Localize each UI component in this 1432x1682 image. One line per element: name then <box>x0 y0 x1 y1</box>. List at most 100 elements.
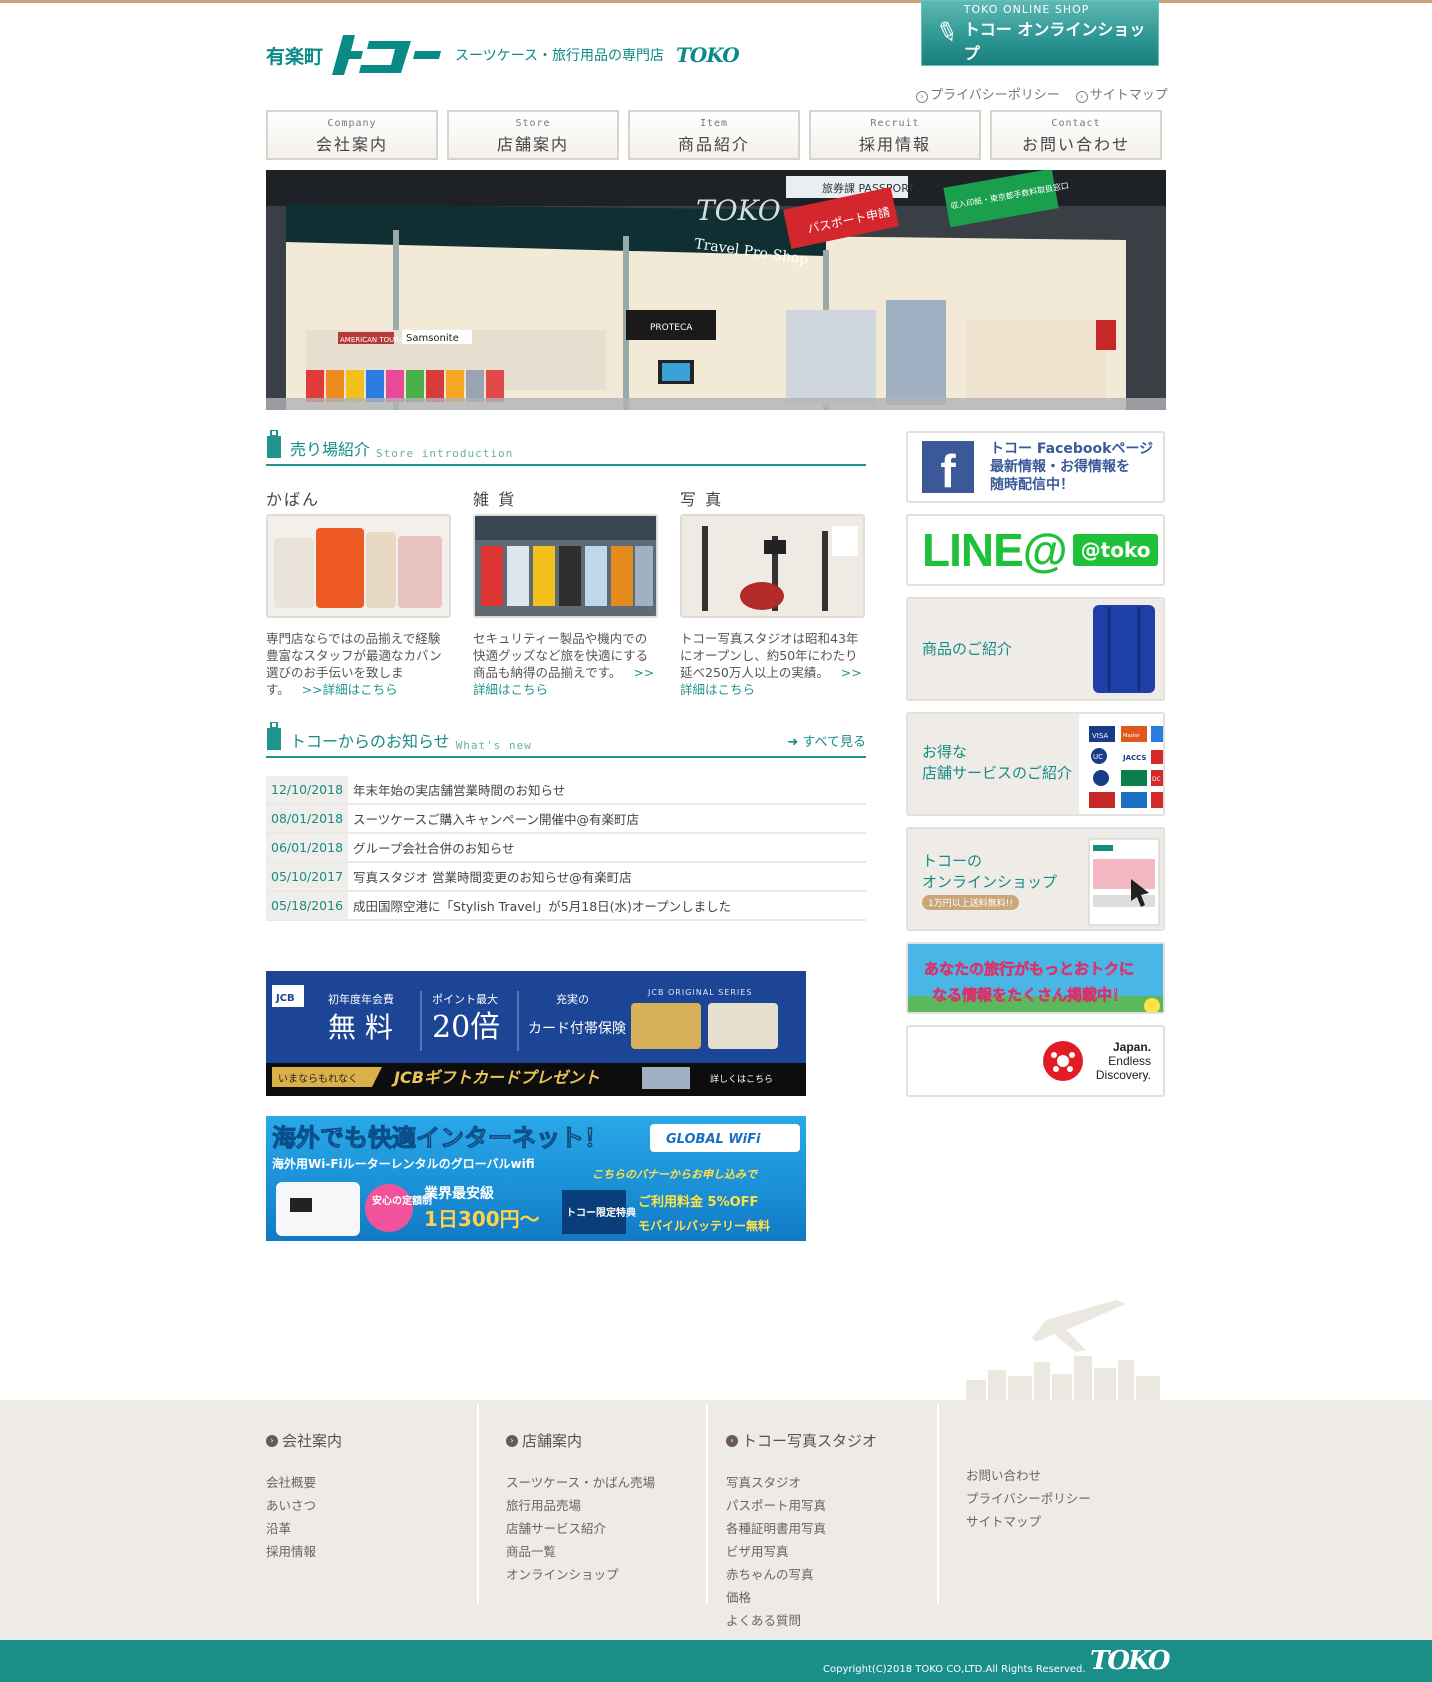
svg-text:充実の: 充実の <box>556 992 589 1006</box>
footer-link[interactable]: ビザ用写真 <box>726 1540 877 1563</box>
svg-text:初年度年会費: 初年度年会費 <box>328 992 394 1006</box>
footer-divider <box>706 1404 708 1604</box>
online-shop-banner[interactable]: トコーの オンラインショップ 1万円以上送料無料!! <box>906 827 1165 931</box>
nav-recruit[interactable]: Recruit 採用情報 <box>809 110 981 160</box>
footer-col-company: › 会社案内 会社概要 あいさつ 沿革 採用情報 <box>266 1400 342 1606</box>
tagline: スーツケース・旅行用品の専門店 <box>455 48 665 64</box>
global-wifi-banner[interactable]: 海外でも快適インターネット！ GLOBAL WiFi 海外用Wi-Fiルーターレ… <box>266 1116 806 1241</box>
nav-company[interactable]: Company 会社案内 <box>266 110 438 160</box>
area-name: 有楽町 <box>266 45 324 68</box>
svg-text:GLOBAL WiFi: GLOBAL WiFi <box>666 1132 761 1147</box>
jcb-card-banner[interactable]: JCB 初年度年会費 無 料 ポイント最大 20倍 充実の カード付帯保険 JC… <box>266 971 806 1096</box>
svg-text:海外でも快適インターネット！: 海外でも快適インターネット！ <box>272 1124 608 1152</box>
arrow-circle-icon: › <box>506 1434 518 1447</box>
top-accent-line <box>0 0 1432 3</box>
online-shop-button[interactable]: ✎ TOKO ONLINE SHOP トコー オンラインショップ <box>921 0 1159 66</box>
footer-link[interactable]: プライバシーポリシー <box>966 1487 1091 1510</box>
nav-contact[interactable]: Contact お問い合わせ <box>990 110 1162 160</box>
pen-icon: ✎ <box>931 15 963 51</box>
footer-link[interactable]: パスポート用写真 <box>726 1494 877 1517</box>
card-bags: かばん 専門店ならではの品揃えで経験豊富なスタッフが最適なカバン選びのお手伝いを… <box>266 486 451 698</box>
footer-link[interactable]: よくある質問 <box>726 1609 877 1632</box>
footer-logo: TOKO <box>1090 1646 1171 1676</box>
japan-endless-discovery-banner[interactable]: Japan. Endless Discovery. <box>906 1025 1165 1097</box>
footer-link[interactable]: 沿革 <box>266 1517 342 1540</box>
store-intro-cards: かばん 専門店ならではの品揃えで経験豊富なスタッフが最適なカバン選びのお手伝いを… <box>266 486 866 698</box>
facebook-banner[interactable]: f トコー Facebookページ 最新情報・お得情報を 随時配信中！ <box>906 431 1165 503</box>
products-banner[interactable]: 商品のご紹介 <box>906 597 1165 701</box>
skyline-airplane-decoration <box>966 1290 1166 1402</box>
footer-divider <box>477 1404 479 1604</box>
footer-link[interactable]: 価格 <box>726 1586 877 1609</box>
footer-link[interactable]: 旅行用品売場 <box>506 1494 655 1517</box>
facebook-icon: f <box>922 441 974 497</box>
sitemap-link[interactable]: › サイトマップ <box>1075 84 1168 103</box>
card-photo: 写 真 トコー写真スタジオは昭和43年にオープンし、約50年にわたり延べ250万… <box>680 486 865 698</box>
news-item[interactable]: 05/10/2017 写真スタジオ 営業時間変更のお知らせ@有楽町店 <box>266 863 866 892</box>
footer <box>0 1400 1432 1640</box>
footer-link[interactable]: オンラインショップ <box>506 1563 655 1586</box>
footer-col-store: › 店舗案内 スーツケース・かばん売場 旅行用品売場 店舗サービス紹介 商品一覧 … <box>506 1400 655 1606</box>
svg-text:業界最安級: 業界最安級 <box>423 1185 494 1202</box>
svg-text:JCB ORIGINAL SERIES: JCB ORIGINAL SERIES <box>647 988 752 997</box>
bags-detail-link[interactable]: >>詳細はこちら <box>302 682 398 697</box>
news-heading: トコーからのお知らせ What's new ➜ すべて見る <box>266 721 866 758</box>
goods-photo[interactable] <box>473 514 658 618</box>
news-item[interactable]: 12/10/2018 年末年始の実店舗営業時間のお知らせ <box>266 776 866 805</box>
line-banner[interactable]: LINE@ @toko <box>906 514 1165 586</box>
hero-brand-proteca: PROTECA <box>650 323 693 333</box>
suitcase-icon <box>266 429 282 460</box>
line-id-tag: @toko <box>1072 534 1159 566</box>
svg-text:こちらのバナーからお申し込みで: こちらのバナーからお申し込みで <box>592 1168 758 1181</box>
footer-link[interactable]: 店舗サービス紹介 <box>506 1517 655 1540</box>
footer-link[interactable]: 写真スタジオ <box>726 1471 877 1494</box>
online-shop-jp: トコー オンラインショップ <box>963 19 1146 63</box>
footer-link[interactable]: 赤ちゃんの写真 <box>726 1563 877 1586</box>
svg-text:DC: DC <box>1152 776 1161 783</box>
svg-text:詳しくはこちら: 詳しくはこちら <box>710 1073 773 1085</box>
bags-photo[interactable] <box>266 514 451 618</box>
suitcase-icon <box>266 721 282 752</box>
svg-text:モバイルバッテリー無料: モバイルバッテリー無料 <box>638 1218 770 1233</box>
site-header: 有楽町 スーツケース・旅行用品の専門店 TOKO <box>266 30 740 80</box>
line-logo: LINE@ <box>922 524 1068 576</box>
svg-text:なる情報をたくさん掲載中！: なる情報をたくさん掲載中！ <box>932 986 1127 1004</box>
svg-text:JCBギフトカードプレゼント: JCBギフトカードプレゼント <box>391 1068 600 1087</box>
global-nav: Company 会社案内 Store 店舗案内 Item 商品紹介 Recruit 採用… <box>266 110 1162 160</box>
svg-text:あなたの旅行がもっとおトクに: あなたの旅行がもっとおトクに <box>924 960 1134 978</box>
svg-text:トコー限定特典: トコー限定特典 <box>566 1206 636 1219</box>
news-item[interactable]: 06/01/2018 グループ会社合併のお知らせ <box>266 834 866 863</box>
footer-link[interactable]: 商品一覧 <box>506 1540 655 1563</box>
store-services-banner[interactable]: お得な 店舗サービスのご紹介 VISA Master UC JACCS DC <box>906 712 1165 816</box>
arrow-circle-icon: › <box>1075 91 1088 103</box>
privacy-policy-link[interactable]: › プライバシーポリシー <box>916 84 1060 103</box>
nav-item[interactable]: Item 商品紹介 <box>628 110 800 160</box>
toko-small-logo: TOKO <box>676 43 740 67</box>
svg-text:Master: Master <box>1123 733 1141 739</box>
news-see-all-link[interactable]: ➜ すべて見る <box>787 731 866 750</box>
arrow-circle-icon: › <box>916 91 928 103</box>
svg-text:UC: UC <box>1093 753 1103 761</box>
jcb-badge: JCB <box>275 993 295 1004</box>
footer-link[interactable]: 会社概要 <box>266 1471 342 1494</box>
studio-photo[interactable] <box>680 514 865 618</box>
news-item[interactable]: 08/01/2018 スーツケースご購入キャンペーン開催中@有楽町店 <box>266 805 866 834</box>
svg-text:JACCS: JACCS <box>1122 754 1146 762</box>
svg-text:いまならもれなく: いまならもれなく <box>278 1073 358 1085</box>
sidebar: f トコー Facebookページ 最新情報・お得情報を 随時配信中！ LINE… <box>906 431 1165 1108</box>
footer-link[interactable]: 各種証明書用写真 <box>726 1517 877 1540</box>
footer-bar <box>0 1640 1432 1682</box>
footer-link[interactable]: サイトマップ <box>966 1510 1091 1533</box>
site-logo[interactable] <box>329 33 442 77</box>
nav-store[interactable]: Store 店舗案内 <box>447 110 619 160</box>
travel-info-banner[interactable]: あなたの旅行がもっとおトクに なる情報をたくさん掲載中！ <box>906 942 1165 1014</box>
online-shop-en: TOKO ONLINE SHOP <box>963 2 1090 16</box>
arrow-circle-icon: › <box>726 1434 738 1447</box>
footer-link[interactable]: 採用情報 <box>266 1540 342 1563</box>
footer-link[interactable]: あいさつ <box>266 1494 342 1517</box>
footer-link[interactable]: お問い合わせ <box>966 1464 1091 1487</box>
news-item[interactable]: 05/18/2016 成田国際空港に「Stylish Travel」が5月18日(… <box>266 892 866 921</box>
footer-link[interactable]: スーツケース・かばん売場 <box>506 1471 655 1494</box>
credit-cards-image: VISA Master UC JACCS DC <box>1079 714 1163 814</box>
svg-text:20倍: 20倍 <box>432 1010 500 1045</box>
